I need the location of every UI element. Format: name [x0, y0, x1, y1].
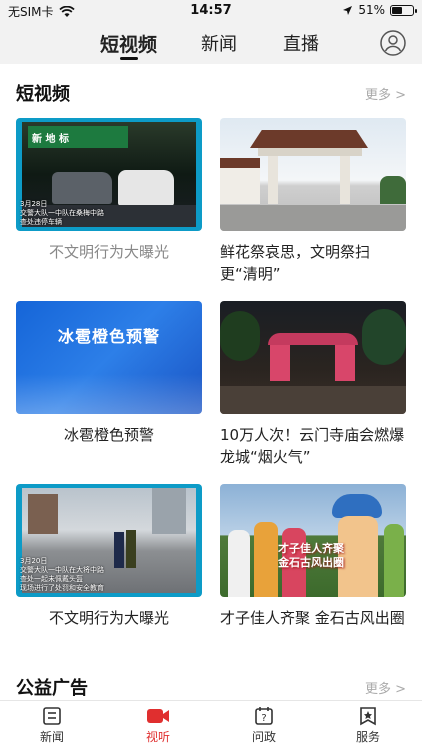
video-caption: 不文明行为大曝光 [48, 609, 169, 627]
video-thumbnail[interactable]: 才子佳人齐聚 金石古风出圈 [220, 484, 406, 597]
video-card[interactable]: 10万人次！云门寺庙会燃爆龙城“烟火气” [220, 301, 406, 468]
video-caption: 10万人次！云门寺庙会燃爆龙城“烟火气” [220, 426, 405, 466]
bottom-tab-label: 服务 [355, 730, 380, 744]
news-icon [43, 707, 61, 725]
status-bar: 无SIM卡 14:57 51% [0, 0, 422, 22]
thumbnail-overlay-text: 3月28日 交警大队一中队在桑梅中路 查处违停车辆 [20, 200, 104, 226]
video-caption: 才子佳人齐聚 金石古风出圈 [220, 609, 405, 627]
status-right: 51% [342, 3, 417, 17]
bottom-tab-news[interactable]: 新闻 [22, 706, 82, 745]
bottom-tab-inquiry[interactable]: ? 问政 [234, 706, 294, 745]
thumbnail-overlay-text: 才子佳人齐聚 金石古风出圈 [278, 542, 344, 569]
tab-news[interactable]: 新闻 [201, 30, 237, 56]
video-card[interactable]: 新 地 标 3月28日 交警大队一中队在桑梅中路 查处违停车辆 不文明行为大曝光 [16, 118, 202, 263]
video-icon [147, 709, 169, 723]
video-thumbnail[interactable] [220, 118, 406, 231]
video-card[interactable]: 冰雹橙色预警 冰雹橙色预警 [16, 301, 202, 446]
tab-short-video[interactable]: 短视频 [100, 30, 157, 57]
svg-text:?: ? [261, 713, 266, 724]
more-link[interactable]: 更多 > [365, 84, 406, 103]
video-thumbnail[interactable]: 冰雹橙色预警 [16, 301, 202, 414]
thumbnail-overlay-text: 3月20日 交警大队一中队在大将中路 查处一起未佩戴头盔 现场进行了处罚和安全教… [20, 557, 104, 592]
video-card[interactable]: 3月20日 交警大队一中队在大将中路 查处一起未佩戴头盔 现场进行了处罚和安全教… [16, 484, 202, 629]
active-tab-indicator [120, 57, 138, 60]
user-profile-icon[interactable] [380, 30, 406, 56]
section-title: 公益广告 [16, 678, 88, 699]
video-caption: 鲜花祭哀思，文明祭扫更“清明” [220, 243, 371, 283]
battery-percent: 51% [358, 3, 385, 17]
thumbnail-title-text: 冰雹橙色预警 [57, 327, 160, 346]
video-card[interactable]: 鲜花祭哀思，文明祭扫更“清明” [220, 118, 406, 285]
video-caption: 不文明行为大曝光 [48, 243, 169, 261]
shop-sign: 新 地 标 [28, 126, 128, 148]
bottom-tab-label: 新闻 [39, 730, 64, 744]
top-nav: 短视频 新闻 直播 [0, 22, 422, 64]
video-thumbnail[interactable] [220, 301, 406, 414]
bottom-tab-bar: 新闻 视听 ? 问政 服务 [0, 700, 422, 750]
bottom-tab-service[interactable]: 服务 [338, 706, 398, 745]
location-arrow-icon [343, 5, 353, 15]
battery-icon [390, 4, 417, 16]
bottom-tab-label: 视听 [145, 730, 170, 744]
section-title: 短视频 [16, 84, 70, 105]
bottom-tab-label: 问政 [251, 730, 276, 744]
video-caption: 冰雹橙色预警 [63, 426, 154, 444]
more-link[interactable]: 更多 > [365, 678, 406, 697]
video-thumbnail[interactable]: 新 地 标 3月28日 交警大队一中队在桑梅中路 查处违停车辆 [16, 118, 202, 231]
tab-live[interactable]: 直播 [283, 30, 319, 56]
video-thumbnail[interactable]: 3月20日 交警大队一中队在大将中路 查处一起未佩戴头盔 现场进行了处罚和安全教… [16, 484, 202, 597]
short-video-section-header: 短视频 更多 > [16, 80, 406, 110]
video-card[interactable]: 才子佳人齐聚 金石古风出圈 才子佳人齐聚 金石古风出圈 [220, 484, 406, 629]
service-icon [360, 707, 376, 726]
bottom-tab-video[interactable]: 视听 [128, 706, 188, 745]
question-icon: ? [255, 707, 273, 725]
